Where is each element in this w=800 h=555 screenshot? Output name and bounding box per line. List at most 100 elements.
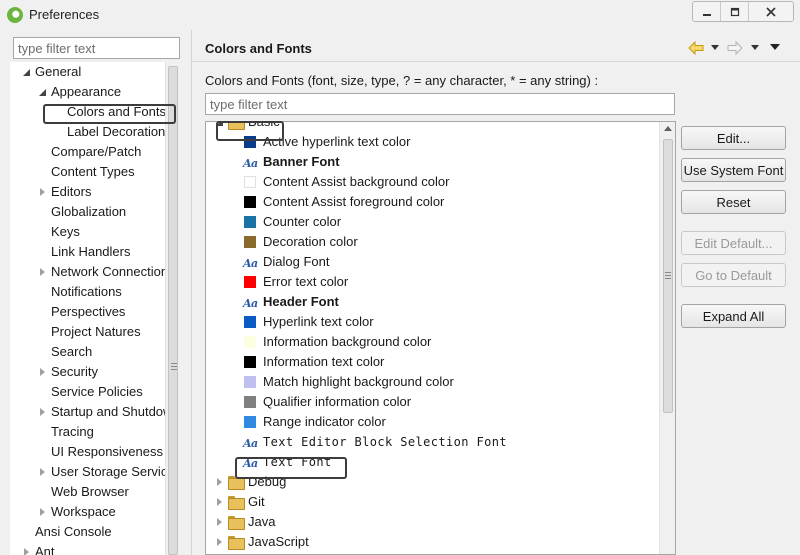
tree-item-label: Ansi Console [35, 524, 112, 539]
collapsed-twisty-icon[interactable] [22, 548, 31, 555]
scroll-up-icon[interactable] [664, 126, 672, 131]
view-menu-icon[interactable] [770, 44, 780, 58]
color-item-hyperlink-text-color[interactable]: Hyperlink text color [206, 312, 658, 332]
collapsed-twisty-icon[interactable] [38, 188, 47, 197]
color-item-range-indicator-color[interactable]: Range indicator color [206, 412, 658, 432]
scroll-grip-icon [171, 369, 177, 370]
collapsed-twisty-icon[interactable] [38, 508, 47, 517]
window-title: Preferences [29, 7, 100, 22]
go-to-default-button[interactable]: Go to Default [681, 263, 786, 287]
color-item-content-assist-background-color[interactable]: Content Assist background color [206, 172, 658, 192]
colors-tree-scrollbar[interactable] [659, 122, 675, 554]
back-arrow-icon[interactable] [688, 41, 704, 55]
tree-item-label: Editors [51, 184, 92, 199]
tree-filter-input[interactable] [13, 37, 180, 59]
folder-icon [228, 516, 245, 530]
tree-item-label: UI Responsiveness [51, 444, 163, 459]
close-icon [766, 6, 776, 17]
page-description: Colors and Fonts (font, size, type, ? = … [205, 73, 599, 88]
color-item-counter-color[interactable]: Counter color [206, 212, 658, 232]
font-icon: Aa [243, 297, 258, 310]
category-java[interactable]: Java [206, 512, 658, 532]
page-header: Colors and Fonts [192, 30, 800, 62]
color-item-label: Qualifier information color [263, 394, 412, 409]
category-git[interactable]: Git [206, 492, 658, 512]
tree-item-label: Compare/Patch [51, 144, 142, 159]
collapsed-twisty-icon[interactable] [38, 408, 47, 417]
tree-item-label: Perspectives [51, 304, 126, 319]
font-item-label: Banner Font [263, 154, 340, 169]
collapsed-twisty-icon[interactable] [215, 518, 224, 527]
font-item-header-font[interactable]: Aa Header Font [206, 292, 658, 312]
font-icon: Aa [243, 257, 258, 270]
highlight-text-font [235, 457, 347, 479]
color-item-label: Information background color [263, 334, 432, 349]
tree-scrollbar[interactable] [165, 62, 179, 555]
colors-tree-scrollbar-thumb[interactable] [663, 139, 673, 413]
use-system-font-button[interactable]: Use System Font [681, 158, 786, 182]
color-item-content-assist-foreground-color[interactable]: Content Assist foreground color [206, 192, 658, 212]
restore-button[interactable] [721, 2, 749, 21]
color-item-label: Range indicator color [263, 414, 386, 429]
font-item-banner-font[interactable]: Aa Banner Font [206, 152, 658, 172]
collapsed-twisty-icon[interactable] [38, 468, 47, 477]
color-swatch-icon [244, 316, 256, 328]
collapsed-twisty-icon[interactable] [215, 478, 224, 487]
color-item-error-text-color[interactable]: Error text color [206, 272, 658, 292]
color-item-label: Active hyperlink text color [263, 134, 411, 149]
collapsed-twisty-icon[interactable] [215, 538, 224, 547]
category-javascript[interactable]: JavaScript [206, 532, 658, 552]
font-icon: Aa [243, 157, 258, 170]
expand-all-button[interactable]: Expand All [681, 304, 786, 328]
close-button[interactable] [749, 2, 793, 21]
expanded-twisty-icon[interactable] [38, 88, 47, 97]
font-item-label: Dialog Font [263, 254, 330, 269]
tree-item-label: Network Connections [51, 264, 167, 279]
highlight-colors-and-fonts [43, 104, 176, 124]
color-swatch-icon [244, 236, 256, 248]
reset-button[interactable]: Reset [681, 190, 786, 214]
tree-item-label: Notifications [51, 284, 122, 299]
expanded-twisty-icon[interactable] [22, 68, 31, 77]
color-item-decoration-color[interactable]: Decoration color [206, 232, 658, 252]
collapsed-twisty-icon[interactable] [215, 498, 224, 507]
tree-item-label: Label Decorations [67, 124, 167, 139]
color-swatch-icon [244, 176, 256, 188]
scroll-grip-icon [171, 363, 177, 364]
page-title: Colors and Fonts [205, 41, 312, 56]
tree-item-label: Project Natures [51, 324, 141, 339]
tree-item-label: General [35, 64, 82, 79]
font-item-label: Text Editor Block Selection Font [263, 435, 507, 449]
color-item-qualifier-information-color[interactable]: Qualifier information color [206, 392, 658, 412]
font-item-text-editor-block-selection-font[interactable]: Aa Text Editor Block Selection Font [206, 432, 658, 452]
colors-filter-input[interactable] [205, 93, 675, 115]
scroll-grip-icon [665, 278, 671, 279]
tree-scrollbar-thumb[interactable] [168, 66, 178, 555]
window-controls [692, 1, 794, 22]
tree-item-label: Tracing [51, 424, 94, 439]
color-item-label: Match highlight background color [263, 374, 454, 389]
font-item-label: Header Font [263, 294, 339, 309]
color-item-match-highlight-background-color[interactable]: Match highlight background color [206, 372, 658, 392]
folder-icon [228, 536, 245, 550]
collapsed-twisty-icon[interactable] [38, 268, 47, 277]
back-menu-icon[interactable] [711, 45, 719, 59]
color-swatch-icon [244, 216, 256, 228]
font-item-dialog-font[interactable]: Aa Dialog Font [206, 252, 658, 272]
edit-default-button[interactable]: Edit Default... [681, 231, 786, 255]
color-swatch-icon [244, 196, 256, 208]
forward-menu-icon[interactable] [751, 45, 759, 59]
tree-item-label: Globalization [51, 204, 127, 219]
color-item-information-background-color[interactable]: Information background color [206, 332, 658, 352]
edit-button[interactable]: Edit... [681, 126, 786, 150]
color-swatch-icon [244, 396, 256, 408]
color-swatch-icon [244, 416, 256, 428]
collapsed-twisty-icon[interactable] [38, 368, 47, 377]
color-item-information-text-color[interactable]: Information text color [206, 352, 658, 372]
tree-item-label: Workspace [51, 504, 116, 519]
forward-arrow-icon[interactable] [727, 41, 743, 55]
tree-item-label: User Storage Service [51, 464, 167, 479]
tree-item-label: Search [51, 344, 93, 359]
highlight-basic [216, 121, 284, 141]
minimize-button[interactable] [693, 2, 721, 21]
